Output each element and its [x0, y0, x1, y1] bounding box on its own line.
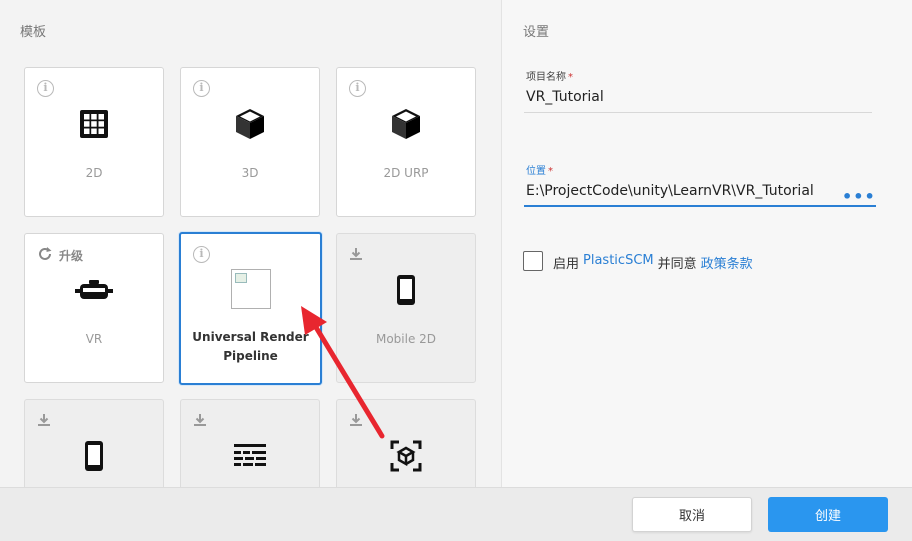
- project-name-input[interactable]: VR_Tutorial: [526, 89, 604, 105]
- broken-image-icon: [231, 269, 271, 309]
- phone-icon: [84, 440, 104, 476]
- info-icon[interactable]: i: [193, 80, 210, 97]
- create-button[interactable]: 创建: [768, 497, 888, 532]
- grid-icon: [79, 109, 109, 143]
- location-label: 位置 *: [526, 166, 553, 177]
- template-label: 3D: [241, 166, 259, 180]
- download-icon[interactable]: [193, 412, 207, 431]
- template-card-3d[interactable]: i 3D: [180, 67, 320, 217]
- consent-prefix: 启用: [553, 257, 580, 272]
- consent-mid: 并同意: [657, 257, 697, 272]
- vr-headset-icon: [75, 279, 113, 305]
- info-icon[interactable]: i: [37, 80, 54, 97]
- template-card-mobile-2d[interactable]: Mobile 2D: [336, 233, 476, 383]
- project-name-label: 项目名称 *: [526, 72, 573, 83]
- info-icon[interactable]: i: [349, 80, 366, 97]
- template-panel: 模板 i 2D i 3D i 2D URP 升级 VR i Universal …: [0, 0, 501, 487]
- templates-heading: 模板: [20, 25, 47, 40]
- download-icon[interactable]: [37, 412, 51, 431]
- phone-icon: [396, 274, 416, 310]
- refresh-icon: [37, 246, 53, 265]
- location-input[interactable]: E:\ProjectCode\unity\LearnVR\VR_Tutorial: [526, 183, 814, 199]
- template-card-layout[interactable]: [180, 399, 320, 487]
- cube-icon: [391, 108, 421, 144]
- template-label: 2D: [85, 166, 103, 180]
- policy-terms-link[interactable]: 政策条款: [701, 253, 753, 272]
- template-label: 2D URP: [383, 166, 429, 180]
- template-card-ar[interactable]: [336, 399, 476, 487]
- template-card-urp[interactable]: i Universal Render Pipeline: [179, 232, 322, 385]
- settings-heading: 设置: [523, 25, 550, 40]
- template-label: Mobile 2D: [375, 332, 437, 346]
- location-underline: [524, 205, 876, 207]
- settings-panel: 设置 项目名称 * VR_Tutorial 位置 * E:\ProjectCode\…: [501, 0, 912, 487]
- download-icon[interactable]: [349, 412, 363, 431]
- info-icon[interactable]: i: [193, 246, 210, 263]
- template-card-mobile[interactable]: [24, 399, 164, 487]
- project-name-underline: [524, 112, 872, 113]
- cancel-button[interactable]: 取消: [632, 497, 752, 532]
- upgrade-label: 升级: [59, 249, 84, 263]
- cube-icon: [235, 108, 265, 144]
- template-label: Universal Render Pipeline: [192, 330, 309, 363]
- download-icon[interactable]: [349, 246, 363, 265]
- plastic-scm-checkbox[interactable]: [523, 251, 543, 271]
- ar-cube-icon: [390, 440, 422, 476]
- template-card-2d-urp[interactable]: i 2D URP: [336, 67, 476, 217]
- template-card-vr[interactable]: 升级 VR: [24, 233, 164, 383]
- template-label: VR: [85, 332, 103, 346]
- browse-location-button[interactable]: •••: [842, 187, 876, 206]
- text-layout-icon: [234, 444, 266, 472]
- plastic-scm-link[interactable]: PlasticSCM: [583, 253, 654, 272]
- plastic-scm-consent: 启用 PlasticSCM 并同意 政策条款: [553, 253, 753, 272]
- template-card-2d[interactable]: i 2D: [24, 67, 164, 217]
- upgrade-badge[interactable]: 升级: [37, 246, 83, 265]
